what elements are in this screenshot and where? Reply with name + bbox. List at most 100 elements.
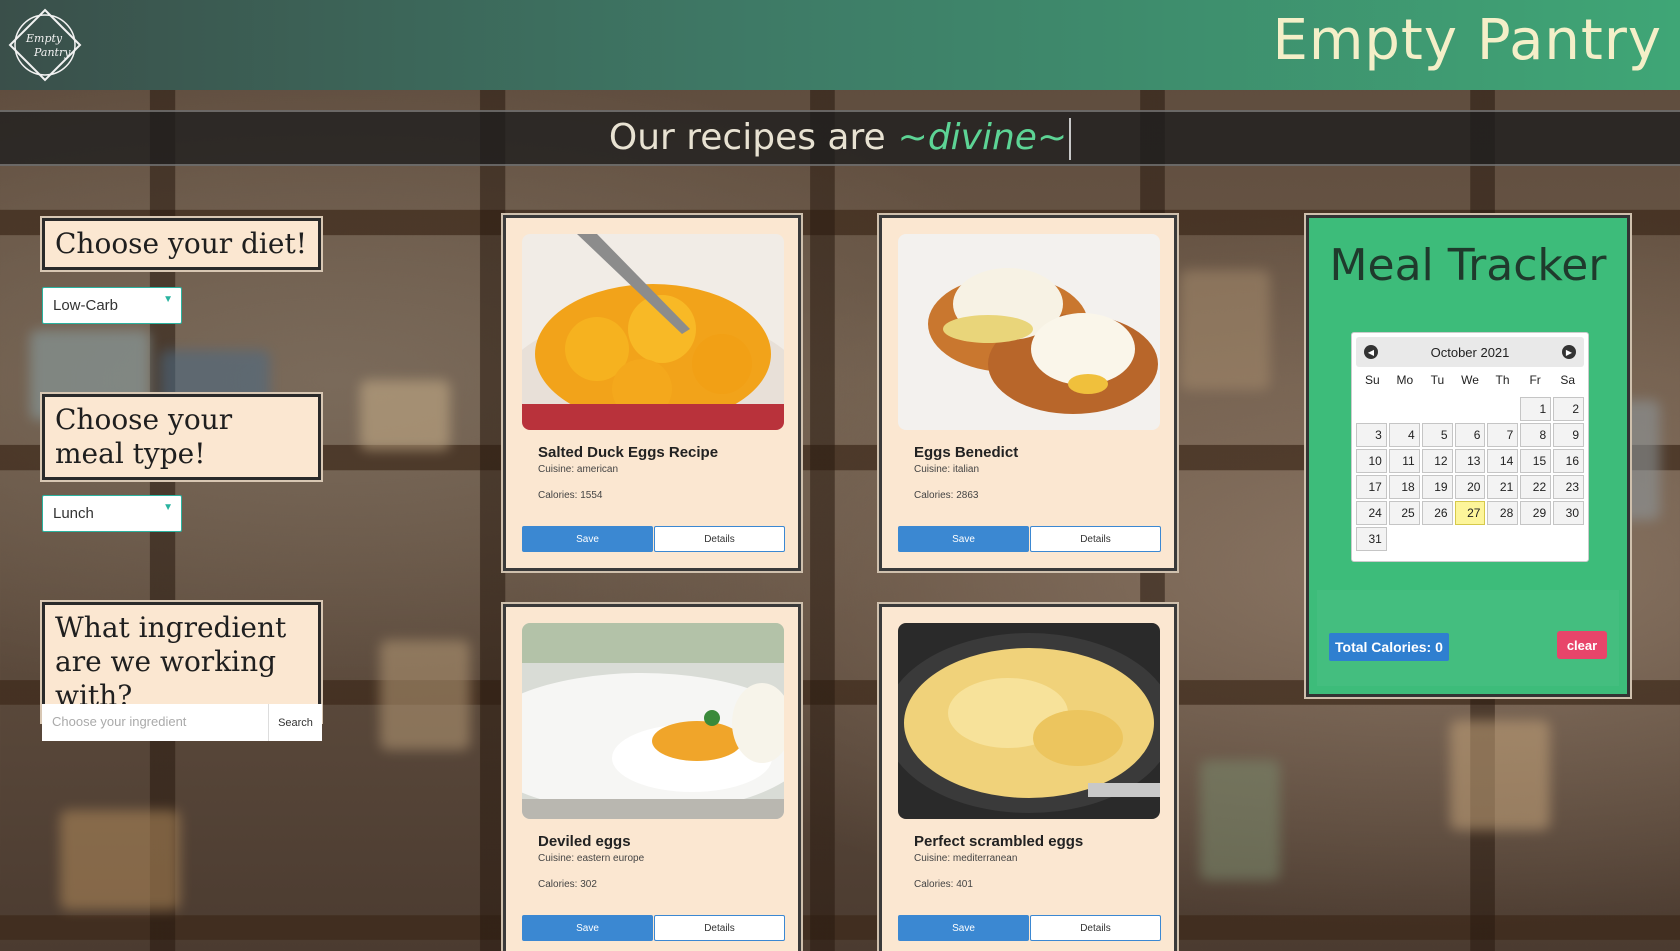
recipe-photo[interactable] [522, 234, 784, 430]
recipe-calories: Calories: 401 [914, 879, 973, 890]
calendar-day[interactable]: 29 [1520, 501, 1552, 525]
calendar-day[interactable]: 12 [1421, 449, 1453, 473]
tagline: Our recipes are ~divine~ [608, 116, 1072, 160]
calendar-day[interactable]: 21 [1487, 475, 1519, 499]
calendar: ◀ October 2021 ▶ Su Mo Tu We Th Fr Sa 12345678… [1351, 332, 1589, 562]
meal-type-select-value: Lunch [53, 505, 94, 522]
calendar-day[interactable]: 13 [1454, 449, 1486, 473]
logo-text-top: Empty [25, 32, 63, 45]
diet-label: Choose your diet! [42, 218, 321, 270]
calendar-day[interactable]: 27 [1454, 501, 1486, 525]
diet-select[interactable]: Low-Carb ▼ [42, 287, 182, 324]
typing-cursor [1069, 117, 1072, 160]
calendar-day[interactable]: 26 [1421, 501, 1453, 525]
prev-month-icon[interactable]: ◀ [1364, 345, 1378, 359]
calendar-day[interactable]: 17 [1356, 475, 1387, 499]
calendar-day[interactable]: 22 [1520, 475, 1552, 499]
calendar-day[interactable]: 15 [1520, 449, 1552, 473]
weekday-label: We [1461, 373, 1479, 387]
calendar-day[interactable]: 3 [1356, 423, 1387, 447]
calendar-day[interactable]: 2 [1553, 397, 1584, 421]
recipe-card: Deviled eggs Cuisine: eastern europe Cal… [503, 604, 801, 951]
calendar-day[interactable]: 31 [1356, 527, 1387, 551]
weekday-label: Su [1364, 373, 1380, 387]
next-month-icon[interactable]: ▶ [1562, 345, 1576, 359]
recipe-card: Perfect scrambled eggs Cuisine: mediterr… [879, 604, 1177, 951]
details-button[interactable]: Details [654, 526, 785, 552]
recipe-title: Eggs Benedict [914, 444, 1019, 461]
ingredient-input[interactable]: Choose your ingredient [42, 704, 268, 741]
calendar-day[interactable]: 4 [1388, 423, 1420, 447]
calendar-blank [1356, 397, 1387, 421]
weekday-header: Su Mo Tu We Th Fr Sa [1356, 373, 1584, 393]
calendar-day[interactable]: 8 [1520, 423, 1552, 447]
recipe-card: Salted Duck Eggs Recipe Cuisine: america… [503, 215, 801, 571]
calendar-day[interactable]: 18 [1388, 475, 1420, 499]
calendar-blank [1422, 397, 1453, 421]
weekday-label: Th [1495, 373, 1510, 387]
calendar-header: ◀ October 2021 ▶ [1356, 337, 1584, 367]
recipe-calories: Calories: 2863 [914, 490, 979, 501]
save-button[interactable]: Save [898, 915, 1029, 941]
recipe-cuisine: Cuisine: italian [914, 464, 980, 475]
meal-type-select[interactable]: Lunch ▼ [42, 495, 182, 532]
save-button[interactable]: Save [898, 526, 1029, 552]
calendar-day[interactable]: 20 [1454, 475, 1486, 499]
weekday-label: Sa [1560, 373, 1576, 387]
meal-type-label: Choose your meal type! [42, 394, 321, 480]
tagline-banner: Our recipes are ~divine~ [0, 110, 1680, 166]
logo[interactable]: Empty Pantry [8, 8, 82, 82]
recipe-cuisine: Cuisine: mediterranean [914, 853, 1018, 864]
calendar-day[interactable]: 14 [1487, 449, 1519, 473]
weekday-label: Mo [1396, 373, 1414, 387]
details-button[interactable]: Details [1030, 915, 1161, 941]
tagline-accent: ~divine~ [897, 116, 1068, 158]
recipe-cuisine: Cuisine: eastern europe [538, 853, 645, 864]
meal-tracker: Meal Tracker ◀ October 2021 ▶ Su Mo Tu We Th… [1306, 215, 1630, 697]
tagline-prefix: Our recipes are [608, 116, 886, 158]
details-button[interactable]: Details [654, 915, 785, 941]
recipe-photo[interactable] [898, 623, 1160, 819]
calendar-day[interactable]: 6 [1454, 423, 1486, 447]
calendar-day[interactable]: 23 [1553, 475, 1584, 499]
recipe-calories: Calories: 1554 [538, 490, 603, 501]
save-button[interactable]: Save [522, 526, 653, 552]
save-button[interactable]: Save [522, 915, 653, 941]
header: Empty Pantry Empty Pantry [0, 0, 1680, 90]
diet-select-value: Low-Carb [53, 297, 119, 314]
recipe-title: Deviled eggs [538, 833, 631, 850]
chevron-down-icon: ▼ [163, 294, 173, 305]
recipe-calories: Calories: 302 [538, 879, 597, 890]
calendar-month: October 2021 [1430, 344, 1510, 360]
calendar-blank [1389, 397, 1420, 421]
calendar-days: 1 2 3 4 5 6 7 8 9 10 11 12 13 14 15 16 17 18 19 20 21 22 23 24 2… [1356, 397, 1584, 551]
brand-title: Empty Pantry [1272, 8, 1662, 73]
clear-button[interactable]: clear [1557, 631, 1607, 659]
calendar-day[interactable]: 1 [1520, 397, 1552, 421]
search-button[interactable]: Search [268, 704, 322, 741]
recipe-photo[interactable] [522, 623, 784, 819]
meal-tracker-title: Meal Tracker [1329, 240, 1607, 291]
recipe-cuisine: Cuisine: american [538, 464, 619, 475]
calendar-blank [1455, 397, 1486, 421]
weekday-label: Fr [1529, 373, 1541, 387]
logo-text-bottom: Pantry [33, 46, 71, 59]
details-button[interactable]: Details [1030, 526, 1161, 552]
calendar-day[interactable]: 25 [1388, 501, 1420, 525]
weekday-label: Tu [1430, 373, 1445, 387]
calendar-day[interactable]: 28 [1487, 501, 1519, 525]
recipe-card: Eggs Benedict Cuisine: italian Calories:… [879, 215, 1177, 571]
chevron-down-icon: ▼ [163, 502, 173, 513]
calendar-day[interactable]: 16 [1553, 449, 1584, 473]
calendar-day[interactable]: 5 [1421, 423, 1453, 447]
calendar-day[interactable]: 9 [1553, 423, 1584, 447]
calendar-day[interactable]: 11 [1388, 449, 1420, 473]
recipe-title: Perfect scrambled eggs [914, 833, 1084, 850]
calendar-day[interactable]: 7 [1487, 423, 1519, 447]
calendar-blank [1487, 397, 1518, 421]
calendar-day[interactable]: 10 [1356, 449, 1387, 473]
recipe-photo[interactable] [898, 234, 1160, 430]
calendar-day[interactable]: 30 [1553, 501, 1584, 525]
calendar-day[interactable]: 19 [1421, 475, 1453, 499]
calendar-day[interactable]: 24 [1356, 501, 1387, 525]
